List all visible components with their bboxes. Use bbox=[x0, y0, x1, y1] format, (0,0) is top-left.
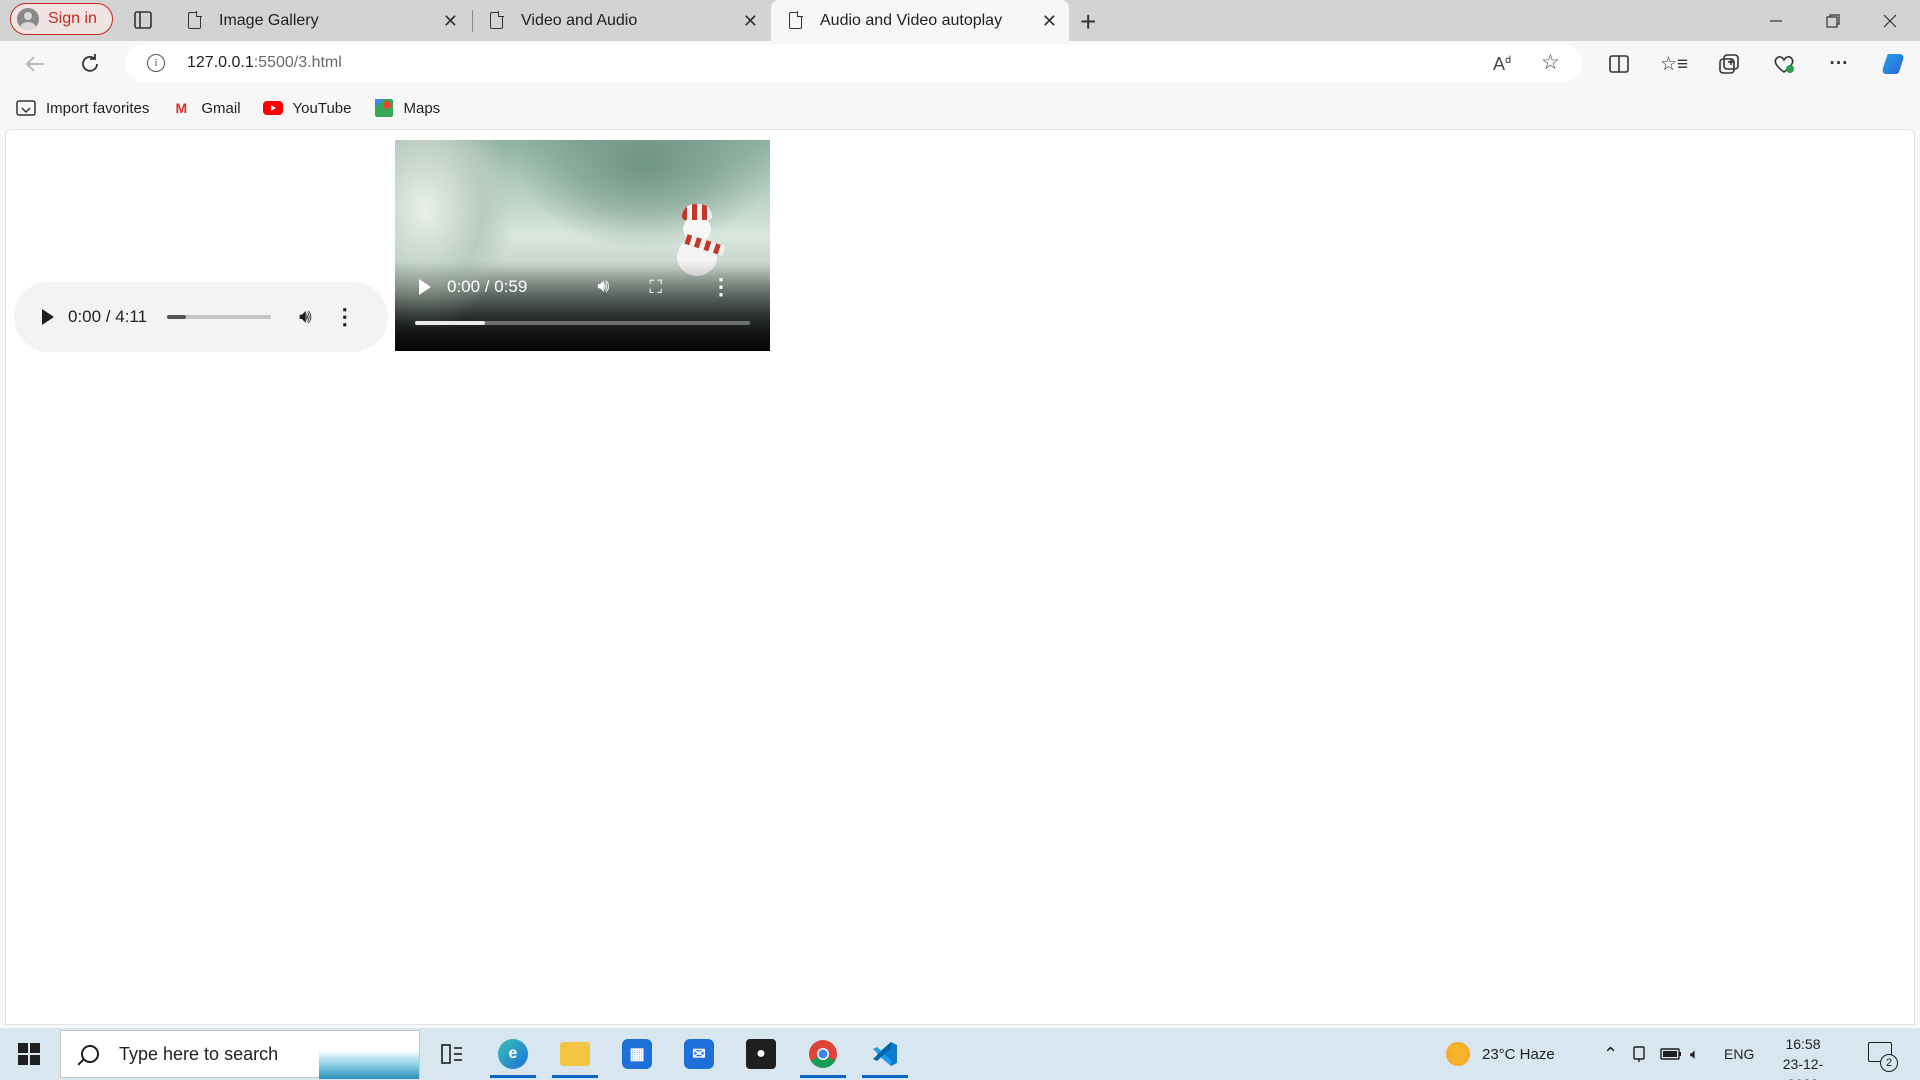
minimize-icon[interactable] bbox=[1748, 0, 1804, 41]
favorites-icon[interactable]: ☆≡ bbox=[1660, 51, 1688, 77]
volume-icon[interactable]: 🔊︎ bbox=[299, 306, 312, 329]
tab-title: Image Gallery bbox=[219, 11, 319, 29]
refresh-icon[interactable] bbox=[75, 49, 105, 79]
fullscreen-icon[interactable]: ⛶ bbox=[649, 277, 662, 298]
sign-in-label: Sign in bbox=[48, 10, 97, 27]
search-placeholder: Type here to search bbox=[119, 1043, 279, 1064]
edge-icon[interactable]: e bbox=[486, 1030, 540, 1078]
audio-progress-fill bbox=[167, 315, 186, 319]
site-info-icon[interactable]: i bbox=[147, 54, 165, 72]
split-screen-icon[interactable] bbox=[1606, 51, 1632, 77]
taskbar: Type here to search e ▦ ✉ ● 23°C Haze ⌃ … bbox=[0, 1028, 1920, 1080]
close-tab-icon[interactable]: ✕ bbox=[743, 11, 758, 32]
page-icon bbox=[490, 11, 504, 29]
tab-actions-icon[interactable] bbox=[130, 8, 156, 32]
fav-label: Maps bbox=[403, 99, 441, 117]
close-tab-icon[interactable]: ✕ bbox=[443, 11, 458, 32]
tab-title: Video and Audio bbox=[521, 11, 638, 29]
sign-in-button[interactable]: Sign in bbox=[10, 3, 113, 35]
maps-icon bbox=[374, 99, 394, 117]
fav-youtube[interactable]: YouTube bbox=[262, 99, 352, 117]
battery-icon[interactable] bbox=[1660, 1028, 1682, 1080]
weather-widget[interactable]: 23°C Haze bbox=[1446, 1028, 1555, 1080]
system-clock[interactable]: 16:58 23-12-2023 bbox=[1768, 1034, 1838, 1080]
avatar-icon bbox=[17, 8, 39, 30]
play-icon[interactable] bbox=[42, 309, 54, 325]
address-bar[interactable]: i 127.0.0.1:5500/3.html Aⅾ ☆ bbox=[125, 44, 1582, 82]
audio-progress-bar[interactable] bbox=[167, 315, 272, 319]
youtube-icon bbox=[262, 99, 283, 117]
copilot-icon[interactable] bbox=[1880, 51, 1906, 77]
fav-label: Import favorites bbox=[46, 99, 150, 117]
video-time: 0:00 / 0:59 bbox=[447, 277, 528, 296]
new-tab-icon[interactable]: + bbox=[1080, 6, 1096, 38]
favorite-star-icon[interactable]: ☆ bbox=[1541, 50, 1560, 75]
fav-gmail[interactable]: M Gmail bbox=[171, 99, 241, 117]
search-highlight-image bbox=[319, 1031, 419, 1079]
video-player[interactable]: 0:00 / 0:59 🔊︎ ⛶ ⋮ bbox=[395, 140, 770, 351]
tab-strip: Sign in Image Gallery ✕ Video and Audio … bbox=[0, 0, 1920, 41]
audio-time: 0:00 / 4:11 bbox=[68, 307, 148, 326]
page-content bbox=[5, 129, 1915, 1025]
video-more-options-icon[interactable]: ⋮ bbox=[710, 274, 732, 300]
tab-title: Audio and Video autoplay bbox=[820, 11, 1003, 29]
video-play-icon[interactable] bbox=[419, 279, 431, 295]
page-icon bbox=[789, 11, 803, 29]
fav-label: Gmail bbox=[201, 99, 241, 117]
fav-maps[interactable]: Maps bbox=[374, 99, 441, 117]
notification-badge: 2 bbox=[1880, 1054, 1898, 1072]
video-progress-fill bbox=[415, 321, 486, 325]
browser-essentials-icon[interactable] bbox=[1771, 51, 1797, 77]
tab-image-gallery[interactable]: Image Gallery ✕ bbox=[170, 0, 470, 41]
speaker-icon[interactable]: 🔈︎ bbox=[1690, 1028, 1699, 1080]
import-icon bbox=[16, 99, 36, 117]
clock-time: 16:58 bbox=[1785, 1036, 1821, 1052]
task-view-icon[interactable] bbox=[425, 1030, 479, 1078]
page-icon bbox=[188, 11, 202, 29]
fav-label: YouTube bbox=[292, 99, 352, 117]
language-indicator[interactable]: ENG bbox=[1724, 1028, 1754, 1080]
read-aloud-icon[interactable]: Aⅾ bbox=[1493, 54, 1511, 75]
restore-icon[interactable] bbox=[1805, 0, 1861, 41]
url-host: 127.0.0.1 bbox=[187, 54, 254, 71]
video-volume-icon[interactable]: 🔊︎ bbox=[597, 276, 609, 298]
vscode-icon[interactable] bbox=[858, 1030, 912, 1078]
mail-icon[interactable]: ✉ bbox=[672, 1030, 726, 1078]
file-explorer-icon[interactable] bbox=[548, 1030, 602, 1078]
windows-start-icon[interactable] bbox=[18, 1043, 40, 1065]
back-icon[interactable] bbox=[20, 49, 50, 79]
more-menu-icon[interactable]: ··· bbox=[1826, 51, 1852, 77]
video-trees bbox=[515, 140, 770, 250]
gmail-icon: M bbox=[175, 100, 188, 116]
taskbar-search[interactable]: Type here to search bbox=[60, 1030, 420, 1079]
chrome-icon[interactable] bbox=[796, 1030, 850, 1078]
video-controls: 0:00 / 0:59 🔊︎ ⛶ ⋮ bbox=[395, 272, 770, 302]
tab-video-and-audio[interactable]: Video and Audio ✕ bbox=[472, 0, 770, 41]
collections-icon[interactable] bbox=[1716, 51, 1742, 77]
weather-icon bbox=[1446, 1042, 1470, 1066]
tab-audio-and-video-autoplay[interactable]: Audio and Video autoplay ✕ bbox=[771, 0, 1069, 41]
fav-import-favorites[interactable]: Import favorites bbox=[16, 99, 149, 117]
show-hidden-icons-icon[interactable]: ⌃ bbox=[1603, 1028, 1618, 1080]
clock-date: 23-12-2023 bbox=[1782, 1056, 1824, 1080]
audio-player[interactable]: 0:00 / 4:11 🔊︎ ⋮ bbox=[14, 282, 388, 352]
more-options-icon[interactable]: ⋮ bbox=[334, 304, 356, 330]
store-icon[interactable]: ▦ bbox=[610, 1030, 664, 1078]
close-window-icon[interactable] bbox=[1862, 0, 1918, 41]
url-path: :5500/3.html bbox=[253, 54, 342, 71]
weather-text: 23°C Haze bbox=[1482, 1045, 1555, 1063]
close-tab-icon[interactable]: ✕ bbox=[1042, 11, 1057, 32]
address-toolbar: i 127.0.0.1:5500/3.html Aⅾ ☆ ☆≡ ··· bbox=[0, 41, 1920, 87]
github-icon[interactable]: ● bbox=[734, 1030, 788, 1078]
favorites-bar: Import favorites M Gmail YouTube Maps bbox=[0, 87, 1920, 129]
search-icon bbox=[81, 1045, 99, 1063]
video-progress-bar[interactable] bbox=[415, 321, 750, 325]
network-icon[interactable] bbox=[1632, 1028, 1648, 1080]
